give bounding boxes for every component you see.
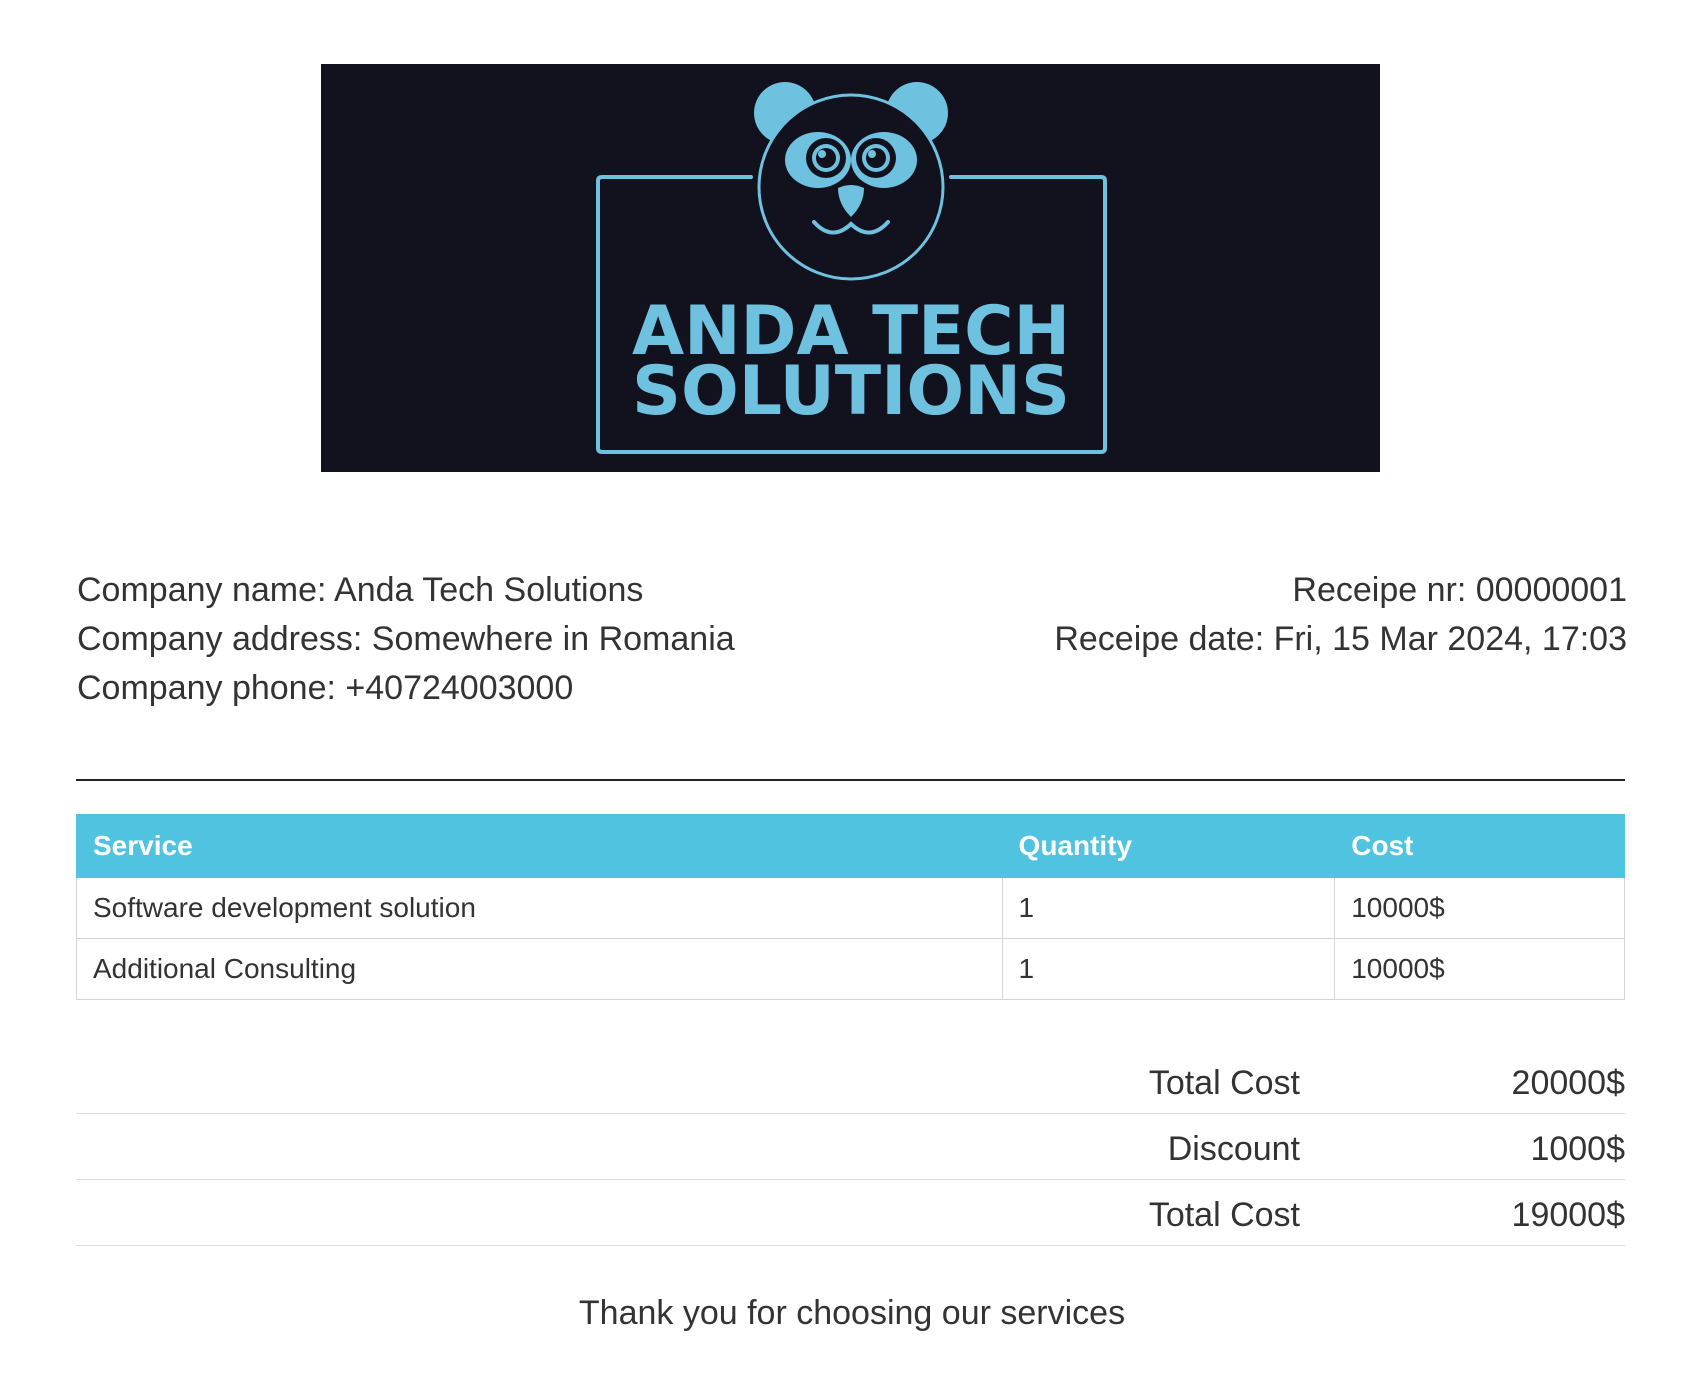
totals-section: Total Cost 20000$ Discount 1000$ Total C…	[76, 1048, 1625, 1246]
total-cost-row: Total Cost 20000$	[76, 1048, 1625, 1114]
discount-row: Discount 1000$	[76, 1114, 1625, 1180]
table-row: Software development solution 1 10000$	[76, 877, 1625, 939]
cell-quantity: 1	[1001, 877, 1336, 939]
company-info: Company name: Anda Tech Solutions Compan…	[77, 566, 735, 713]
company-logo: ANDA TECH SOLUTIONS	[321, 64, 1380, 472]
services-table: Service Quantity Cost Software developme…	[76, 814, 1625, 1000]
final-total-row: Total Cost 19000$	[76, 1180, 1625, 1246]
total-cost-value: 20000$	[1511, 1064, 1625, 1102]
discount-value: 1000$	[1530, 1130, 1625, 1168]
final-total-value: 19000$	[1511, 1196, 1625, 1234]
header-cost: Cost	[1334, 814, 1625, 878]
receipt-info: Receipe nr: 00000001 Receipe date: Fri, …	[1054, 566, 1627, 664]
header-service: Service	[76, 814, 1003, 878]
total-cost-label: Total Cost	[1148, 1064, 1300, 1102]
company-phone: Company phone: +40724003000	[77, 669, 574, 707]
table-header-row: Service Quantity Cost	[76, 814, 1625, 878]
cell-quantity: 1	[1001, 938, 1336, 1000]
header-quantity: Quantity	[1001, 814, 1336, 878]
final-total-label: Total Cost	[1148, 1196, 1300, 1234]
cell-cost: 10000$	[1334, 877, 1625, 939]
panda-icon	[754, 82, 948, 281]
discount-label: Discount	[1167, 1130, 1300, 1168]
thank-you-message: Thank you for choosing our services	[578, 1294, 1126, 1332]
company-name: Company name: Anda Tech Solutions	[77, 571, 644, 609]
company-address: Company address: Somewhere in Romania	[77, 620, 735, 658]
receipt-date: Receipe date: Fri, 15 Mar 2024, 17:03	[1054, 620, 1627, 658]
receipt-number: Receipe nr: 00000001	[1292, 571, 1627, 609]
cell-cost: 10000$	[1334, 938, 1625, 1000]
cell-service: Additional Consulting	[76, 938, 1003, 1000]
section-divider	[76, 779, 1625, 781]
receipt-page: ANDA TECH SOLUTIONS Company name: Anda T…	[0, 0, 1690, 1392]
logo-text-line2: SOLUTIONS	[632, 352, 1070, 431]
cell-service: Software development solution	[76, 877, 1003, 939]
table-row: Additional Consulting 1 10000$	[76, 938, 1625, 1000]
